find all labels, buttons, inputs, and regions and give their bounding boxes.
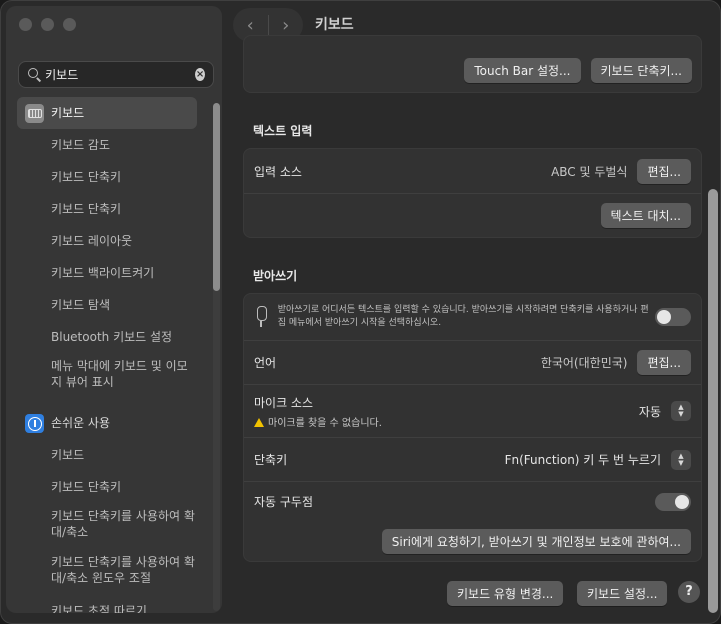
- shortcut-select[interactable]: Fn(Function) 키 두 번 누르기 ▲ ▼: [504, 449, 691, 470]
- main-scrollbar[interactable]: [708, 189, 718, 613]
- search-field[interactable]: ×: [18, 61, 214, 88]
- sidebar-item-label: 메뉴 막대에 키보드 및 이모지 뷰어 표시: [51, 359, 188, 389]
- warning-icon: [254, 417, 264, 427]
- window-controls: [19, 18, 76, 31]
- auto-punctuation-row: 자동 구두점: [244, 481, 701, 521]
- sidebar-item-keyboard-sensitivity[interactable]: 키보드 감도: [17, 129, 197, 161]
- sidebar-item-label: 키보드 단축키를 사용하여 확대/축소 윈도우 조절: [51, 555, 195, 585]
- change-keyboard-type-button[interactable]: 키보드 유형 변경...: [447, 581, 564, 606]
- input-source-label: 입력 소스: [254, 164, 302, 179]
- sidebar: × 키보드 키보드 감도 키보드 단축키 키보드 단축키 키보드 레이아웃 키보…: [6, 6, 222, 613]
- sidebar-item-label: 키보드: [51, 106, 85, 120]
- language-row: 언어 한국어(대한민국) 편집...: [244, 340, 701, 384]
- main-content: Touch Bar 설정... 키보드 단축키... 텍스트 입력 입력 소스 …: [229, 1, 720, 623]
- close-window-button[interactable]: [19, 18, 32, 31]
- sidebar-item-keyboard[interactable]: 키보드: [17, 97, 197, 129]
- sidebar-item-zoom-shortcuts[interactable]: 키보드 단축키를 사용하여 확대/축소: [17, 503, 197, 549]
- sidebar-item-accessibility-keyboard[interactable]: 키보드: [17, 439, 197, 471]
- sidebar-item-zoom-window-shortcuts[interactable]: 키보드 단축키를 사용하여 확대/축소 윈도우 조절: [17, 549, 197, 595]
- dictation-toggle-row: 받아쓰기로 어디서든 텍스트를 입력할 수 있습니다. 받아쓰기를 시작하려면 …: [244, 294, 701, 340]
- mic-source-row: 마이크 소스 마이크를 찾을 수 없습니다. 자동 ▲ ▼: [244, 384, 701, 437]
- accessibility-icon: [25, 414, 44, 433]
- dictation-title: 받아쓰기: [253, 269, 298, 283]
- language-value: 한국어(대한민국): [540, 356, 628, 370]
- sidebar-item-keyboard-backlight[interactable]: 키보드 백라이트켜기: [17, 257, 197, 289]
- sidebar-item-label: 키보드 초점 따르기: [51, 604, 147, 613]
- sidebar-item-label: Bluetooth 키보드 설정: [51, 330, 173, 344]
- language-edit-button[interactable]: 편집...: [637, 350, 691, 375]
- text-input-title: 텍스트 입력: [253, 124, 313, 138]
- chevron-up-down-icon: ▲ ▼: [671, 401, 691, 421]
- mic-source-select[interactable]: 자동 ▲ ▼: [639, 401, 691, 421]
- minimize-window-button[interactable]: [41, 18, 54, 31]
- sidebar-item-keyboard-focus[interactable]: 키보드 초점 따르기: [17, 595, 197, 613]
- text-input-card: 입력 소스 ABC 및 두벌식 편집... 텍스트 대치...: [243, 148, 702, 238]
- sidebar-item-accessibility[interactable]: 손쉬운 사용: [17, 407, 197, 439]
- sidebar-scrollbar[interactable]: [213, 103, 220, 291]
- sidebar-item-label: 손쉬운 사용: [51, 416, 111, 430]
- sidebar-item-label: 키보드 감도: [51, 138, 111, 152]
- keyboard-top-card: Touch Bar 설정... 키보드 단축키...: [243, 35, 702, 93]
- input-source-edit-button[interactable]: 편집...: [637, 158, 691, 184]
- search-input[interactable]: [45, 67, 196, 82]
- language-label: 언어: [254, 356, 277, 370]
- dictation-card: 받아쓰기로 어디서든 텍스트를 입력할 수 있습니다. 받아쓰기를 시작하려면 …: [243, 293, 702, 562]
- auto-punctuation-label: 자동 구두점: [254, 495, 314, 509]
- language-controls: 한국어(대한민국) 편집...: [541, 350, 691, 375]
- text-replacement-controls: 텍스트 대치...: [600, 203, 691, 228]
- touchbar-settings-button[interactable]: Touch Bar 설정...: [464, 58, 581, 83]
- sidebar-item-keyboard-shortcuts-2[interactable]: 키보드 단축키: [17, 193, 197, 225]
- zoom-window-button[interactable]: [63, 18, 76, 31]
- top-button-group: Touch Bar 설정... 키보드 단축키...: [464, 58, 692, 83]
- dictation-description: 받아쓰기로 어디서든 텍스트를 입력할 수 있습니다. 받아쓰기를 시작하려면 …: [277, 305, 649, 328]
- siri-privacy-button[interactable]: Siri에게 요청하기, 받아쓰기 및 개인정보 보호에 관하여...: [381, 528, 691, 554]
- input-source-controls: ABC 및 두벌식 편집...: [551, 158, 691, 184]
- sidebar-item-accessibility-shortcuts[interactable]: 키보드 단축키: [17, 471, 197, 503]
- sidebar-item-menu-bar-emoji[interactable]: 메뉴 막대에 키보드 및 이모지 뷰어 표시: [17, 353, 197, 399]
- settings-window: × 키보드 키보드 감도 키보드 단축키 키보드 단축키 키보드 레이아웃 키보…: [0, 0, 721, 624]
- input-source-value: ABC 및 두벌식: [551, 164, 628, 179]
- sidebar-item-label: 키보드 단축키: [51, 202, 122, 216]
- sidebar-item-label: 키보드 백라이트켜기: [51, 266, 155, 280]
- keyboard-shortcuts-button[interactable]: 키보드 단축키...: [590, 58, 692, 83]
- sidebar-item-label: 키보드 탐색: [51, 298, 111, 312]
- input-source-row: 입력 소스 ABC 및 두벌식 편집...: [244, 149, 701, 193]
- sidebar-item-keyboard-layout[interactable]: 키보드 레이아웃: [17, 225, 197, 257]
- chevron-up-down-icon: ▲ ▼: [671, 449, 691, 470]
- dictation-toggle[interactable]: [655, 308, 691, 326]
- shortcut-value: Fn(Function) 키 두 번 누르기: [504, 453, 661, 467]
- sidebar-item-keyboard-navigation[interactable]: 키보드 탐색: [17, 289, 197, 321]
- sidebar-item-label: 키보드 단축키: [51, 480, 122, 494]
- microphone-icon: [254, 306, 268, 328]
- sidebar-item-keyboard-shortcuts[interactable]: 키보드 단축키: [17, 161, 197, 193]
- keyboard-icon: [25, 104, 44, 123]
- siri-privacy-controls: Siri에게 요청하기, 받아쓰기 및 개인정보 보호에 관하여...: [381, 528, 691, 554]
- sidebar-list: 키보드 키보드 감도 키보드 단축키 키보드 단축키 키보드 레이아웃 키보드 …: [17, 97, 197, 613]
- mic-source-label: 마이크 소스: [254, 395, 314, 410]
- sidebar-item-bluetooth-keyboard[interactable]: Bluetooth 키보드 설정: [17, 321, 197, 353]
- dictation-toggle-wrap: [655, 308, 691, 326]
- shortcut-label: 단축키: [254, 453, 288, 467]
- siri-privacy-row: Siri에게 요청하기, 받아쓰기 및 개인정보 보호에 관하여...: [244, 521, 701, 561]
- mic-warning-text: 마이크를 찾을 수 없습니다.: [268, 417, 382, 429]
- sidebar-item-label: 키보드 레이아웃: [51, 234, 133, 248]
- mic-source-labels: 마이크 소스 마이크를 찾을 수 없습니다.: [254, 394, 382, 429]
- clear-search-icon[interactable]: ×: [195, 68, 205, 81]
- help-button[interactable]: ?: [678, 581, 700, 603]
- text-replacement-button[interactable]: 텍스트 대치...: [600, 203, 691, 228]
- shortcut-row: 단축키 Fn(Function) 키 두 번 누르기 ▲ ▼: [244, 437, 701, 481]
- sidebar-item-label: 키보드: [51, 448, 85, 462]
- text-replacement-row: 텍스트 대치...: [244, 193, 701, 237]
- keyboard-setup-button[interactable]: 키보드 설정...: [577, 581, 668, 606]
- sidebar-item-label: 키보드 단축키: [51, 170, 122, 184]
- sidebar-item-label: 키보드 단축키를 사용하여 확대/축소: [51, 509, 195, 539]
- auto-punctuation-toggle-wrap: [655, 492, 691, 511]
- search-icon: [27, 67, 39, 83]
- mic-source-value: 자동: [638, 404, 661, 419]
- auto-punctuation-toggle[interactable]: [655, 492, 691, 511]
- mic-warning: 마이크를 찾을 수 없습니다.: [254, 414, 382, 429]
